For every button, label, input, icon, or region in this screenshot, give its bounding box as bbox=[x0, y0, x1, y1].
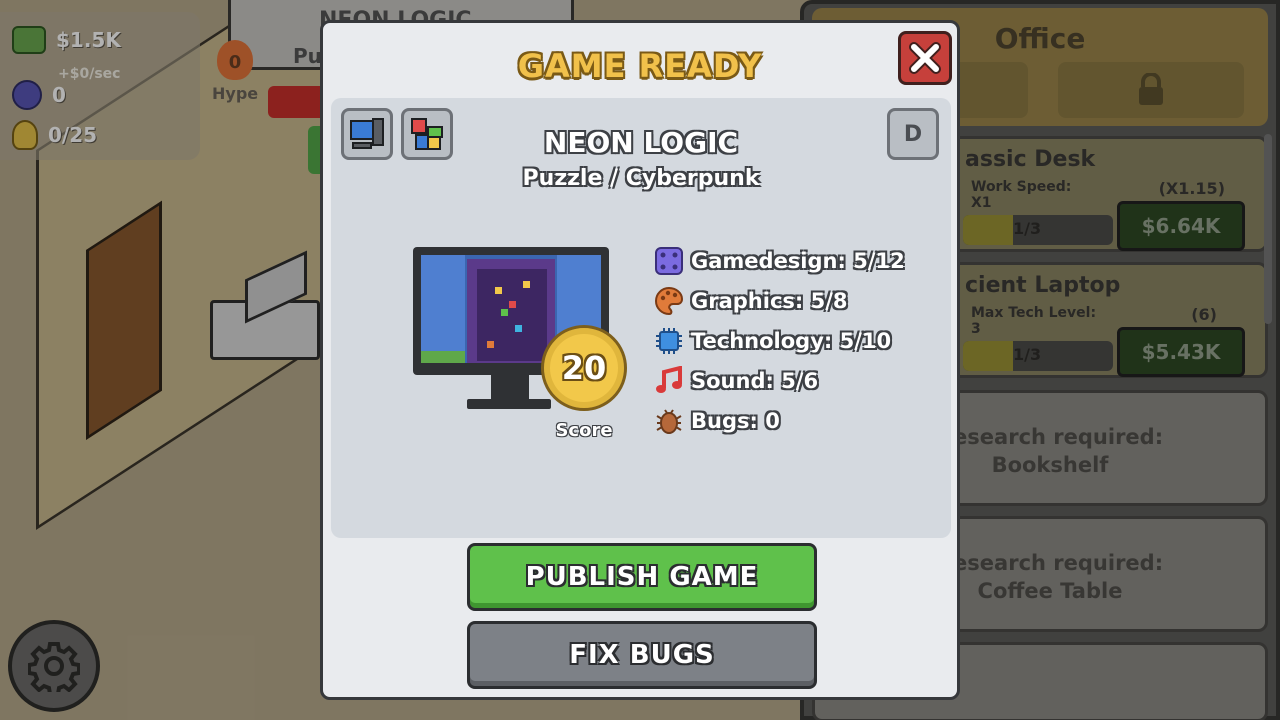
game-ready-dialog: GAME READY D NEON LOGIC Puzzle / Cyberpu… bbox=[320, 20, 960, 700]
fix-bugs-button[interactable]: FIX BUGS bbox=[467, 621, 817, 689]
game-summary-panel: D NEON LOGIC Puzzle / Cyberpunk 20 Score bbox=[331, 98, 951, 538]
stat-sound: Sound: 5/6 bbox=[653, 361, 905, 401]
game-stats-list: Gamedesign: 5/12 Graphics: 5/8 Technolog… bbox=[653, 241, 905, 441]
music-note-icon bbox=[653, 365, 685, 397]
stat-technology-text: Technology: 5/10 bbox=[691, 329, 892, 353]
stat-graphics-text: Graphics: 5/8 bbox=[691, 289, 848, 313]
score-label: Score bbox=[555, 420, 613, 441]
stat-technology: Technology: 5/10 bbox=[653, 321, 905, 361]
game-genre: Puzzle / Cyberpunk bbox=[522, 166, 760, 191]
chip-icon bbox=[653, 325, 685, 357]
stat-bugs-text: Bugs: 0 bbox=[691, 409, 780, 433]
close-button[interactable] bbox=[898, 31, 952, 85]
game-title: NEON LOGIC bbox=[543, 126, 739, 159]
close-icon bbox=[909, 42, 941, 74]
stat-bugs: Bugs: 0 bbox=[653, 401, 905, 441]
stat-sound-text: Sound: 5/6 bbox=[691, 369, 819, 393]
stat-graphics: Graphics: 5/8 bbox=[653, 281, 905, 321]
stat-gamedesign: Gamedesign: 5/12 bbox=[653, 241, 905, 281]
stat-gamedesign-text: Gamedesign: 5/12 bbox=[691, 249, 905, 273]
bug-icon bbox=[653, 405, 685, 437]
score-coin: 20 bbox=[541, 325, 627, 411]
dice-icon bbox=[653, 245, 685, 277]
publish-game-button[interactable]: PUBLISH GAME bbox=[467, 543, 817, 611]
palette-icon bbox=[653, 285, 685, 317]
dialog-title: GAME READY bbox=[517, 47, 763, 85]
score-value: 20 bbox=[561, 349, 607, 387]
